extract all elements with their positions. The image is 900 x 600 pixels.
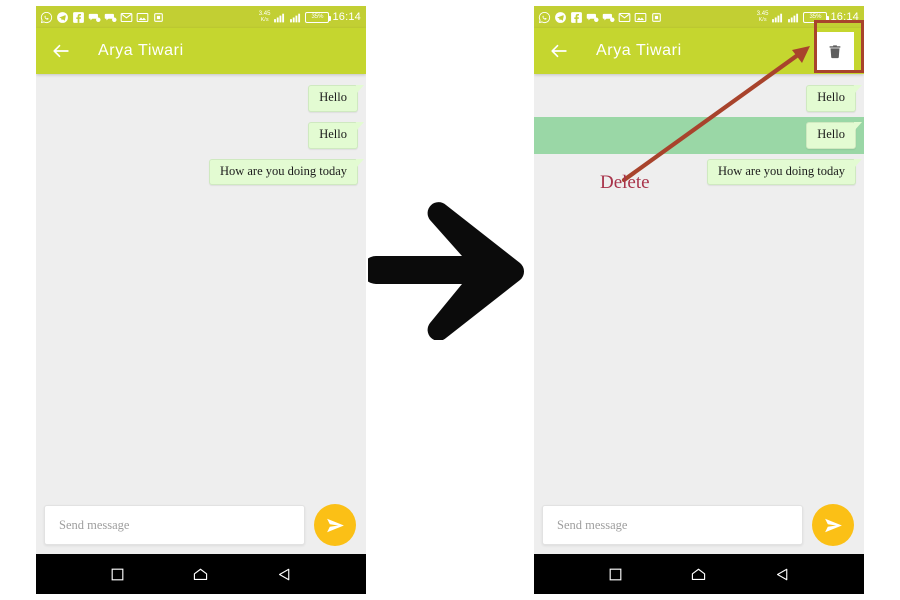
facebook-icon [571,11,582,23]
table-row[interactable]: How are you doing today [36,154,366,191]
status-bar-notification-icons [538,11,663,24]
table-row[interactable]: Hello [534,80,864,117]
table-row-selected[interactable]: Hello [534,116,864,154]
message-composer [36,496,366,554]
whatsapp-icon [40,11,53,23]
telegram-icon [555,11,566,23]
telegram-icon [57,11,68,23]
gallery-icon [634,12,647,22]
message-composer [534,496,864,554]
android-navigation-bar [534,554,864,594]
mail-icon [618,12,631,22]
facebook-icon [73,11,84,23]
chat-icon [104,13,117,22]
battery-indicator: 35% [305,11,332,23]
message-input[interactable] [59,517,290,533]
status-bar: 3.45 K/s 35% 16:14 [36,6,366,28]
send-icon [824,518,842,532]
contact-name-title: Arya Tiwari [98,42,184,59]
send-button[interactable] [314,504,356,546]
table-row[interactable]: Hello [36,80,366,117]
message-bubble[interactable]: Hello [806,85,862,112]
recents-square-icon[interactable] [109,566,126,583]
trash-icon [829,44,841,58]
message-bubble[interactable]: Hello [308,121,364,149]
recents-square-icon[interactable] [607,566,624,583]
message-input[interactable] [557,517,788,533]
status-bar-system-icons: 3.45 K/s 35% 16:14 [259,11,361,24]
status-bar-notification-icons [40,11,165,24]
message-input-wrapper[interactable] [44,505,305,545]
chat-icon [88,13,101,22]
clock-label: 16:14 [332,11,361,23]
phone-screen-before: 3.45 K/s 35% 16:14 Arya Tiwari Hello Hel… [36,6,366,594]
app-icon [652,12,661,22]
status-bar-system-icons: 3.45 K/s 35% 16:14 [757,11,859,24]
back-triangle-icon[interactable] [276,566,293,583]
signal-bars-icon [772,13,783,22]
signal-bars-icon [274,13,285,22]
signal-bars-icon [788,13,799,22]
battery-percent-label: 35% [311,14,324,20]
message-input-wrapper[interactable] [542,505,803,545]
chat-message-list[interactable]: Hello Hello How are you doing today [534,74,864,496]
app-bar: Arya Tiwari [534,20,864,74]
battery-percent-label: 35% [809,14,822,20]
back-triangle-icon[interactable] [774,566,791,583]
android-navigation-bar [36,554,366,594]
screenshot-stage: 3.45 K/s 35% 16:14 Arya Tiwari Hello Hel… [0,0,900,600]
app-bar: Arya Tiwari [36,28,366,74]
chat-icon [602,13,615,22]
gallery-icon [136,12,149,22]
app-icon [154,12,163,22]
data-speed-indicator: 3.45 K/s [757,11,769,23]
data-speed-indicator: 3.45 K/s [259,11,271,23]
message-bubble[interactable]: How are you doing today [208,158,365,186]
table-row[interactable]: How are you doing today [534,154,864,191]
mail-icon [120,12,133,22]
message-bubble[interactable]: Hello [308,85,364,112]
data-speed-unit: K/s [758,17,767,23]
clock-label: 16:14 [830,11,859,23]
signal-bars-icon [290,13,301,22]
home-icon[interactable] [690,566,707,583]
contact-name-title: Arya Tiwari [596,42,682,59]
send-button[interactable] [812,504,854,546]
battery-indicator: 35% [803,11,830,23]
delete-button[interactable] [816,32,854,70]
data-speed-unit: K/s [260,17,269,23]
back-arrow-icon[interactable] [548,40,570,62]
phone-screen-after: 3.45 K/s 35% 16:14 Arya Tiwari Hello Hel… [534,6,864,594]
message-bubble[interactable]: Hello [806,121,862,149]
home-icon[interactable] [192,566,209,583]
message-bubble[interactable]: How are you doing today [706,158,863,186]
chat-icon [586,13,599,22]
back-arrow-icon[interactable] [50,40,72,62]
chat-message-list[interactable]: Hello Hello How are you doing today [36,74,366,496]
table-row[interactable]: Hello [36,117,366,154]
send-icon [326,518,344,532]
right-arrow-icon [368,202,525,340]
whatsapp-icon [538,11,551,23]
status-bar: 3.45 K/s 35% 16:14 [534,6,864,28]
